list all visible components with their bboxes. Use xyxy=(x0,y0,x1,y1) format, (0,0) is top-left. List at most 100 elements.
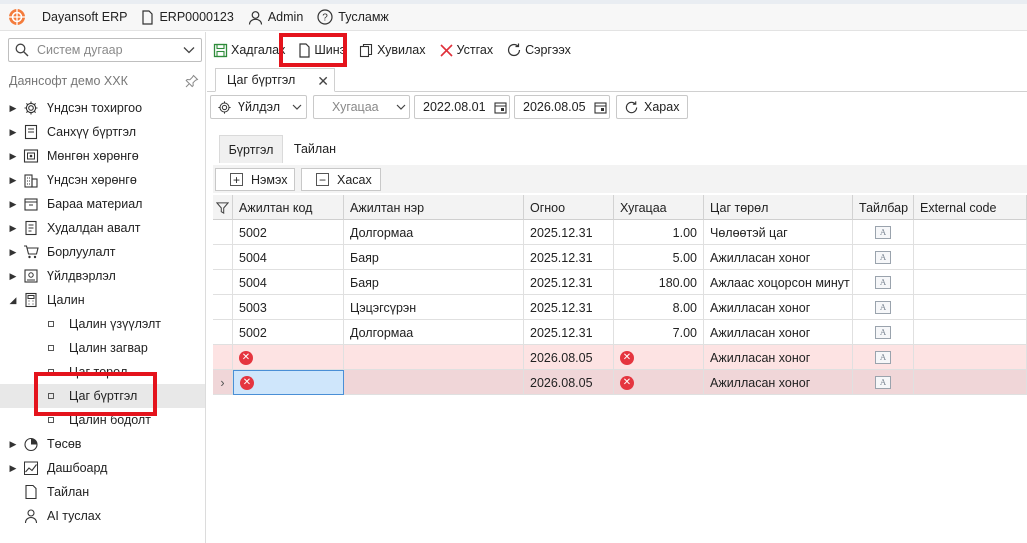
table-row[interactable]: 5003 Цэцэгсүрэн 2025.12.31 8.00 Ажилласа… xyxy=(213,295,1027,320)
collapse-arrow-icon[interactable]: ◢ xyxy=(6,295,20,306)
cell-date[interactable]: 2026.08.05 xyxy=(524,370,614,395)
column-header-hours[interactable]: Хугацаа xyxy=(614,195,704,220)
cell-hours[interactable]: 8.00 xyxy=(614,295,704,320)
cell-time-type[interactable]: Ажилласан хоног xyxy=(704,295,853,320)
cell-employee-name[interactable]: Долгормаа xyxy=(344,320,524,345)
tab-report[interactable]: Тайлан xyxy=(287,135,343,163)
cell-time-type[interactable]: Ажилласан хоног xyxy=(704,370,853,395)
nav-item-ai-assistant[interactable]: AI туслах xyxy=(0,504,205,528)
cell-external-code[interactable] xyxy=(914,295,1027,320)
calendar-icon[interactable] xyxy=(594,101,607,114)
cell-time-type[interactable]: Ажилласан хоног xyxy=(704,345,853,370)
cell-employee-name[interactable]: Цэцэгсүрэн xyxy=(344,295,524,320)
cell-employee-code[interactable]: 5004 xyxy=(233,245,344,270)
date-to-input[interactable]: 2026.08.05 xyxy=(514,95,610,119)
cell-external-code[interactable] xyxy=(914,245,1027,270)
close-tab-icon[interactable]: ✕ xyxy=(317,73,329,90)
cell-employee-code[interactable]: 5004 xyxy=(233,270,344,295)
expand-arrow-icon[interactable]: ▶ xyxy=(6,223,20,234)
cell-employee-code[interactable]: ✕ xyxy=(233,345,344,370)
cell-hours[interactable]: ✕ xyxy=(614,345,704,370)
cell-employee-code[interactable]: 5002 xyxy=(233,320,344,345)
expand-arrow-icon[interactable]: ▶ xyxy=(6,463,20,474)
cell-note[interactable]: A xyxy=(853,270,914,295)
cell-note[interactable]: A xyxy=(853,220,914,245)
cell-employee-name[interactable] xyxy=(344,345,524,370)
view-button[interactable]: Харах xyxy=(616,95,688,119)
cell-date[interactable]: 2025.12.31 xyxy=(524,295,614,320)
cell-hours[interactable]: 1.00 xyxy=(614,220,704,245)
cell-date[interactable]: 2025.12.31 xyxy=(524,245,614,270)
nav-item-production[interactable]: ▶ Үйлдвэрлэл xyxy=(0,264,205,288)
expand-arrow-icon[interactable]: ▶ xyxy=(6,127,20,138)
nav-item-report[interactable]: Тайлан xyxy=(0,480,205,504)
cell-hours[interactable]: 180.00 xyxy=(614,270,704,295)
system-search-select[interactable]: Систем дугаар xyxy=(8,38,202,62)
column-header-date[interactable]: Огноо xyxy=(524,195,614,220)
cell-hours[interactable]: 7.00 xyxy=(614,320,704,345)
filter-icon[interactable] xyxy=(213,195,233,220)
expand-arrow-icon[interactable]: ▶ xyxy=(6,103,20,114)
memo-icon[interactable]: A xyxy=(875,251,891,264)
table-row[interactable]: 5002 Долгормаа 2025.12.31 7.00 Ажилласан… xyxy=(213,320,1027,345)
nav-item-settings[interactable]: ▶ Үндсэн тохиргоо xyxy=(0,96,205,120)
chevron-down-icon[interactable] xyxy=(183,46,195,54)
action-dropdown[interactable]: Үйлдэл xyxy=(210,95,307,119)
nav-item-salary[interactable]: ◢ Цалин xyxy=(0,288,205,312)
expand-arrow-icon[interactable]: ▶ xyxy=(6,439,20,450)
remove-row-button[interactable]: − Хасах xyxy=(301,168,381,191)
nav-item-salary-indicator[interactable]: Цалин үзүүлэлт xyxy=(0,312,205,336)
refresh-button[interactable]: Сэргээх xyxy=(500,42,571,58)
expand-arrow-icon[interactable]: ▶ xyxy=(6,175,20,186)
column-header-external-code[interactable]: External code xyxy=(914,195,1027,220)
user-button[interactable]: Admin xyxy=(248,10,303,25)
cell-employee-name[interactable]: Баяр xyxy=(344,245,524,270)
cell-external-code[interactable] xyxy=(914,345,1027,370)
tab-register[interactable]: Бүртгэл xyxy=(219,135,283,163)
expand-arrow-icon[interactable]: ▶ xyxy=(6,199,20,210)
expand-arrow-icon[interactable]: ▶ xyxy=(6,247,20,258)
nav-item-purchase[interactable]: ▶ Худалдан авалт xyxy=(0,216,205,240)
nav-item-fixed-assets[interactable]: ▶ Үндсэн хөрөнгө xyxy=(0,168,205,192)
cell-time-type[interactable]: Ажилласан хоног xyxy=(704,245,853,270)
column-header-employee-name[interactable]: Ажилтан нэр xyxy=(344,195,524,220)
table-row[interactable]: 5002 Долгормаа 2025.12.31 1.00 Чөлөөтэй … xyxy=(213,220,1027,245)
cell-time-type[interactable]: Чөлөөтэй цаг xyxy=(704,220,853,245)
cell-note[interactable]: A xyxy=(853,320,914,345)
cell-date[interactable]: 2026.08.05 xyxy=(524,345,614,370)
cell-external-code[interactable] xyxy=(914,270,1027,295)
cell-external-code[interactable] xyxy=(914,320,1027,345)
calendar-icon[interactable] xyxy=(494,101,507,114)
pin-icon[interactable] xyxy=(185,74,199,88)
help-button[interactable]: ? Тусламж xyxy=(317,9,389,25)
cell-time-type[interactable]: Ажилласан хоног xyxy=(704,320,853,345)
nav-item-sales[interactable]: ▶ Борлуулалт xyxy=(0,240,205,264)
nav-item-inventory[interactable]: ▶ Бараа материал xyxy=(0,192,205,216)
cell-date[interactable]: 2025.12.31 xyxy=(524,220,614,245)
cell-employee-code[interactable]: 5003 xyxy=(233,295,344,320)
tab-time-register[interactable]: Цаг бүртгэл ✕ xyxy=(215,68,335,92)
save-button[interactable]: Хадгалах xyxy=(207,43,285,58)
cell-note[interactable]: A xyxy=(853,245,914,270)
cell-external-code[interactable] xyxy=(914,370,1027,395)
nav-item-dashboard[interactable]: ▶ Дашбоард xyxy=(0,456,205,480)
cell-employee-name[interactable] xyxy=(344,370,524,395)
memo-icon[interactable]: A xyxy=(875,351,891,364)
cell-note[interactable]: A xyxy=(853,370,914,395)
expand-arrow-icon[interactable]: ▶ xyxy=(6,271,20,282)
cell-date[interactable]: 2025.12.31 xyxy=(524,320,614,345)
table-row[interactable]: 5004 Баяр 2025.12.31 5.00 Ажилласан хоно… xyxy=(213,245,1027,270)
cell-note[interactable]: A xyxy=(853,345,914,370)
memo-icon[interactable]: A xyxy=(875,226,891,239)
cell-external-code[interactable] xyxy=(914,220,1027,245)
nav-item-salary-template[interactable]: Цалин загвар xyxy=(0,336,205,360)
cell-employee-code[interactable]: 5002 xyxy=(233,220,344,245)
date-from-input[interactable]: 2022.08.01 xyxy=(414,95,510,119)
memo-icon[interactable]: A xyxy=(875,376,891,389)
memo-icon[interactable]: A xyxy=(875,326,891,339)
column-header-employee-code[interactable]: Ажилтан код xyxy=(233,195,344,220)
cell-time-type[interactable]: Ажлаас хоцорсон минут xyxy=(704,270,853,295)
add-row-button[interactable]: + Нэмэх xyxy=(215,168,295,191)
memo-icon[interactable]: A xyxy=(875,276,891,289)
company-code-button[interactable]: ERP0000123 xyxy=(141,9,234,25)
